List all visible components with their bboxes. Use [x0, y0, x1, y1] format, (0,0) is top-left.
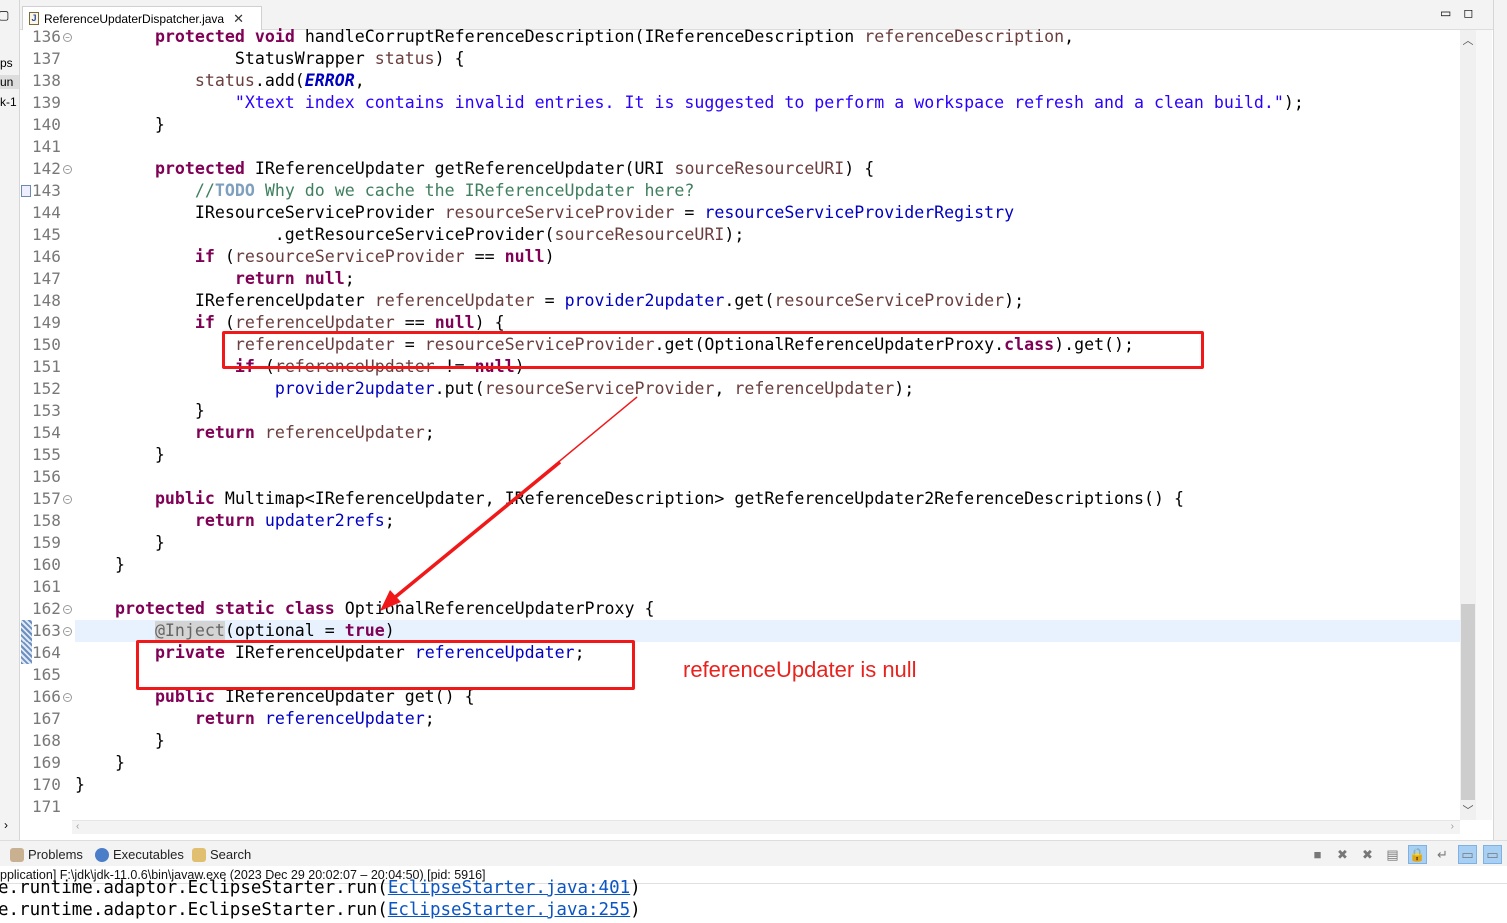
tab-executables[interactable]: Executables [95, 847, 184, 862]
bottom-panel-tabs: Problems Executables Search ■ ✖ ✖ ▤ 🔒 ↵ … [0, 840, 1507, 868]
console-line: e.runtime.adaptor.EclipseStarter.run(Ecl… [0, 900, 641, 920]
console-line: e.runtime.adaptor.EclipseStarter.run(Ecl… [0, 878, 641, 898]
tab-label: Problems [28, 847, 83, 862]
word-wrap-icon[interactable]: ↵ [1433, 845, 1452, 864]
tab-problems[interactable]: Problems [10, 847, 83, 862]
stacktrace-link[interactable]: EclipseStarter.java:255 [388, 900, 630, 920]
annotation-arrow [380, 396, 638, 611]
problems-icon [10, 847, 24, 862]
tab-search[interactable]: Search [192, 847, 251, 862]
annotation-note: referenceUpdater is null [683, 657, 917, 682]
remove-launch-icon[interactable]: ✖ [1333, 845, 1352, 864]
tab-label: Executables [113, 847, 184, 862]
console-text: ) [630, 900, 641, 920]
show-on-stderr-icon[interactable]: ▭ [1483, 845, 1502, 864]
console-text: ) [630, 878, 641, 898]
stacktrace-link[interactable]: EclipseStarter.java:401 [388, 878, 630, 898]
console-toolbar: ■ ✖ ✖ ▤ 🔒 ↵ ▭ ▭ [1308, 845, 1502, 864]
executables-icon [95, 847, 109, 862]
show-on-stdout-icon[interactable]: ▭ [1458, 845, 1477, 864]
scroll-lock-icon[interactable]: 🔒 [1408, 845, 1427, 864]
terminate-icon[interactable]: ■ [1308, 845, 1327, 864]
remove-all-launches-icon[interactable]: ✖ [1358, 845, 1377, 864]
console-text: e.runtime.adaptor.EclipseStarter.run( [0, 900, 388, 920]
console-text: e.runtime.adaptor.EclipseStarter.run( [0, 878, 388, 898]
clear-console-icon[interactable]: ▤ [1383, 845, 1402, 864]
arrow-shaft [386, 460, 562, 605]
tab-label: Search [210, 847, 252, 862]
search-icon [192, 847, 206, 862]
